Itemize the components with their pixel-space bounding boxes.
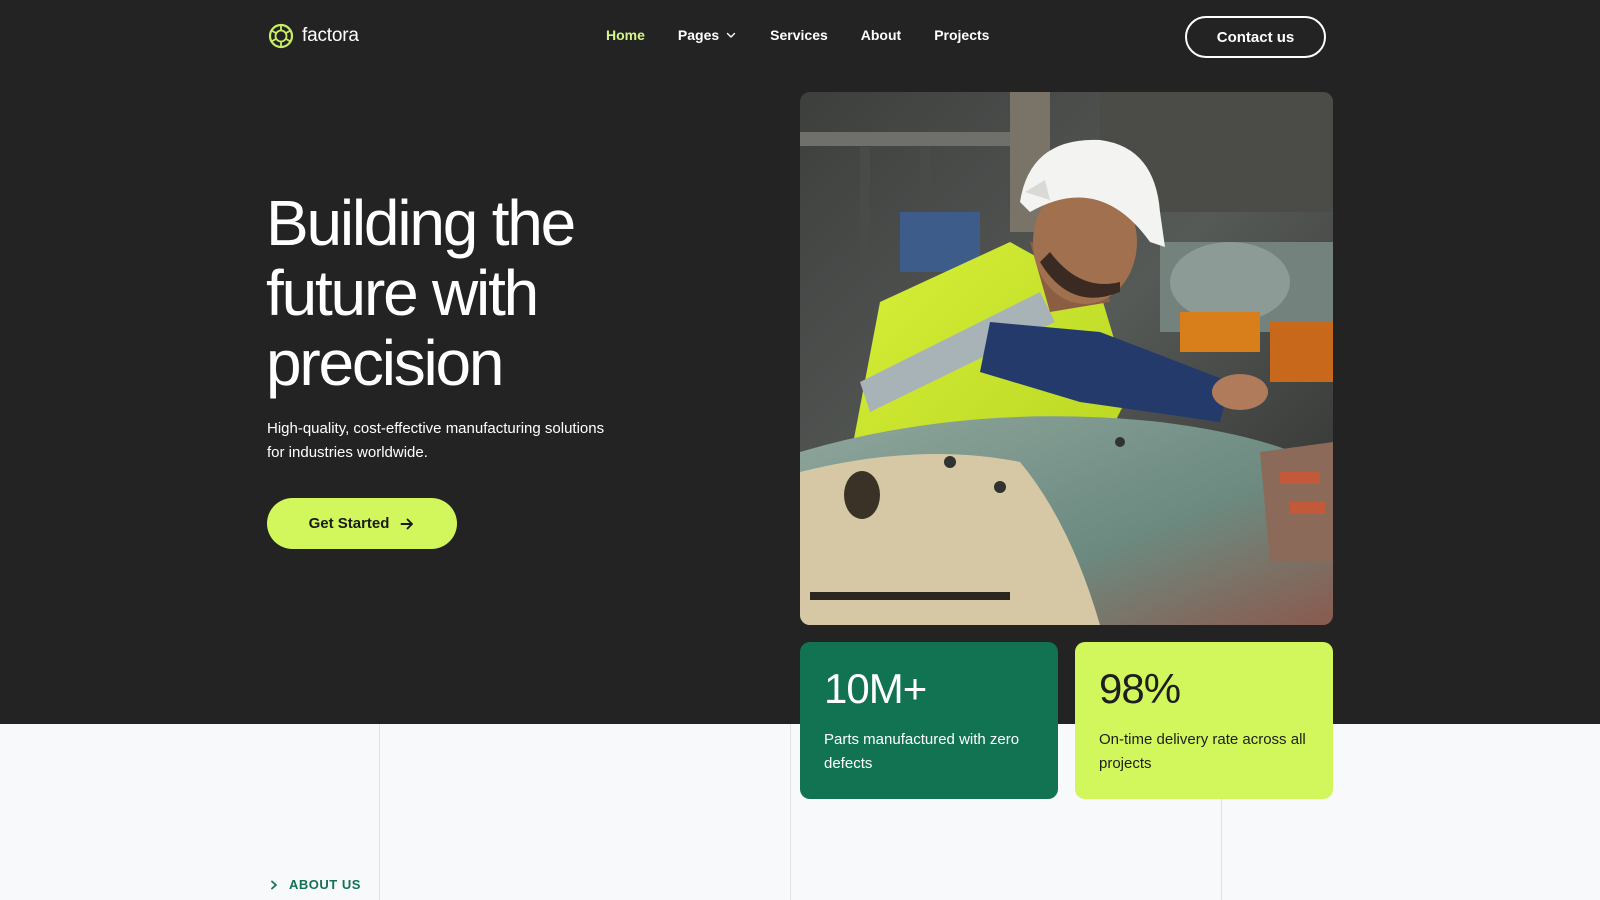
contact-us-button[interactable]: Contact us xyxy=(1185,16,1326,58)
nav-item-pages-label: Pages xyxy=(677,27,720,43)
nav-item-about[interactable]: About xyxy=(861,27,901,43)
nav-item-pages[interactable]: Pages xyxy=(678,27,737,43)
hero-image xyxy=(800,92,1333,625)
grid-divider xyxy=(379,724,380,900)
nav-item-home[interactable]: Home xyxy=(606,27,645,43)
stat-value: 10M+ xyxy=(824,665,927,712)
hero-subtitle: High-quality, cost-effective manufacturi… xyxy=(267,420,605,461)
about-us-text: ABOUT US xyxy=(289,877,361,892)
stat-card-delivery: 98% On-time delivery rate across all pro… xyxy=(1075,642,1333,799)
arrow-right-icon xyxy=(400,518,414,529)
grid-divider xyxy=(790,724,791,900)
brand-name: factora xyxy=(302,25,359,46)
stat-description: Parts manufactured with zero defects xyxy=(824,731,1020,772)
about-us-label[interactable]: ABOUT US xyxy=(269,877,361,892)
worker-photo xyxy=(800,92,1333,625)
stat-description: On-time delivery rate across all project… xyxy=(1099,731,1306,772)
stat-value: 98% xyxy=(1099,665,1181,712)
logo[interactable]: factora xyxy=(268,23,359,49)
get-started-button[interactable]: Get Started xyxy=(267,498,457,549)
aperture-logo-icon xyxy=(268,23,294,49)
nav-item-projects[interactable]: Projects xyxy=(934,27,989,43)
stat-card-parts: 10M+ Parts manufactured with zero defect… xyxy=(800,642,1058,799)
main-nav: Home Pages Services About Projects xyxy=(606,27,1022,43)
get-started-label: Get Started xyxy=(308,515,390,532)
hero-title: Building the future with precision xyxy=(266,187,576,399)
chevron-right-icon xyxy=(271,880,277,889)
chevron-down-icon xyxy=(726,32,736,38)
nav-item-services[interactable]: Services xyxy=(770,27,828,43)
